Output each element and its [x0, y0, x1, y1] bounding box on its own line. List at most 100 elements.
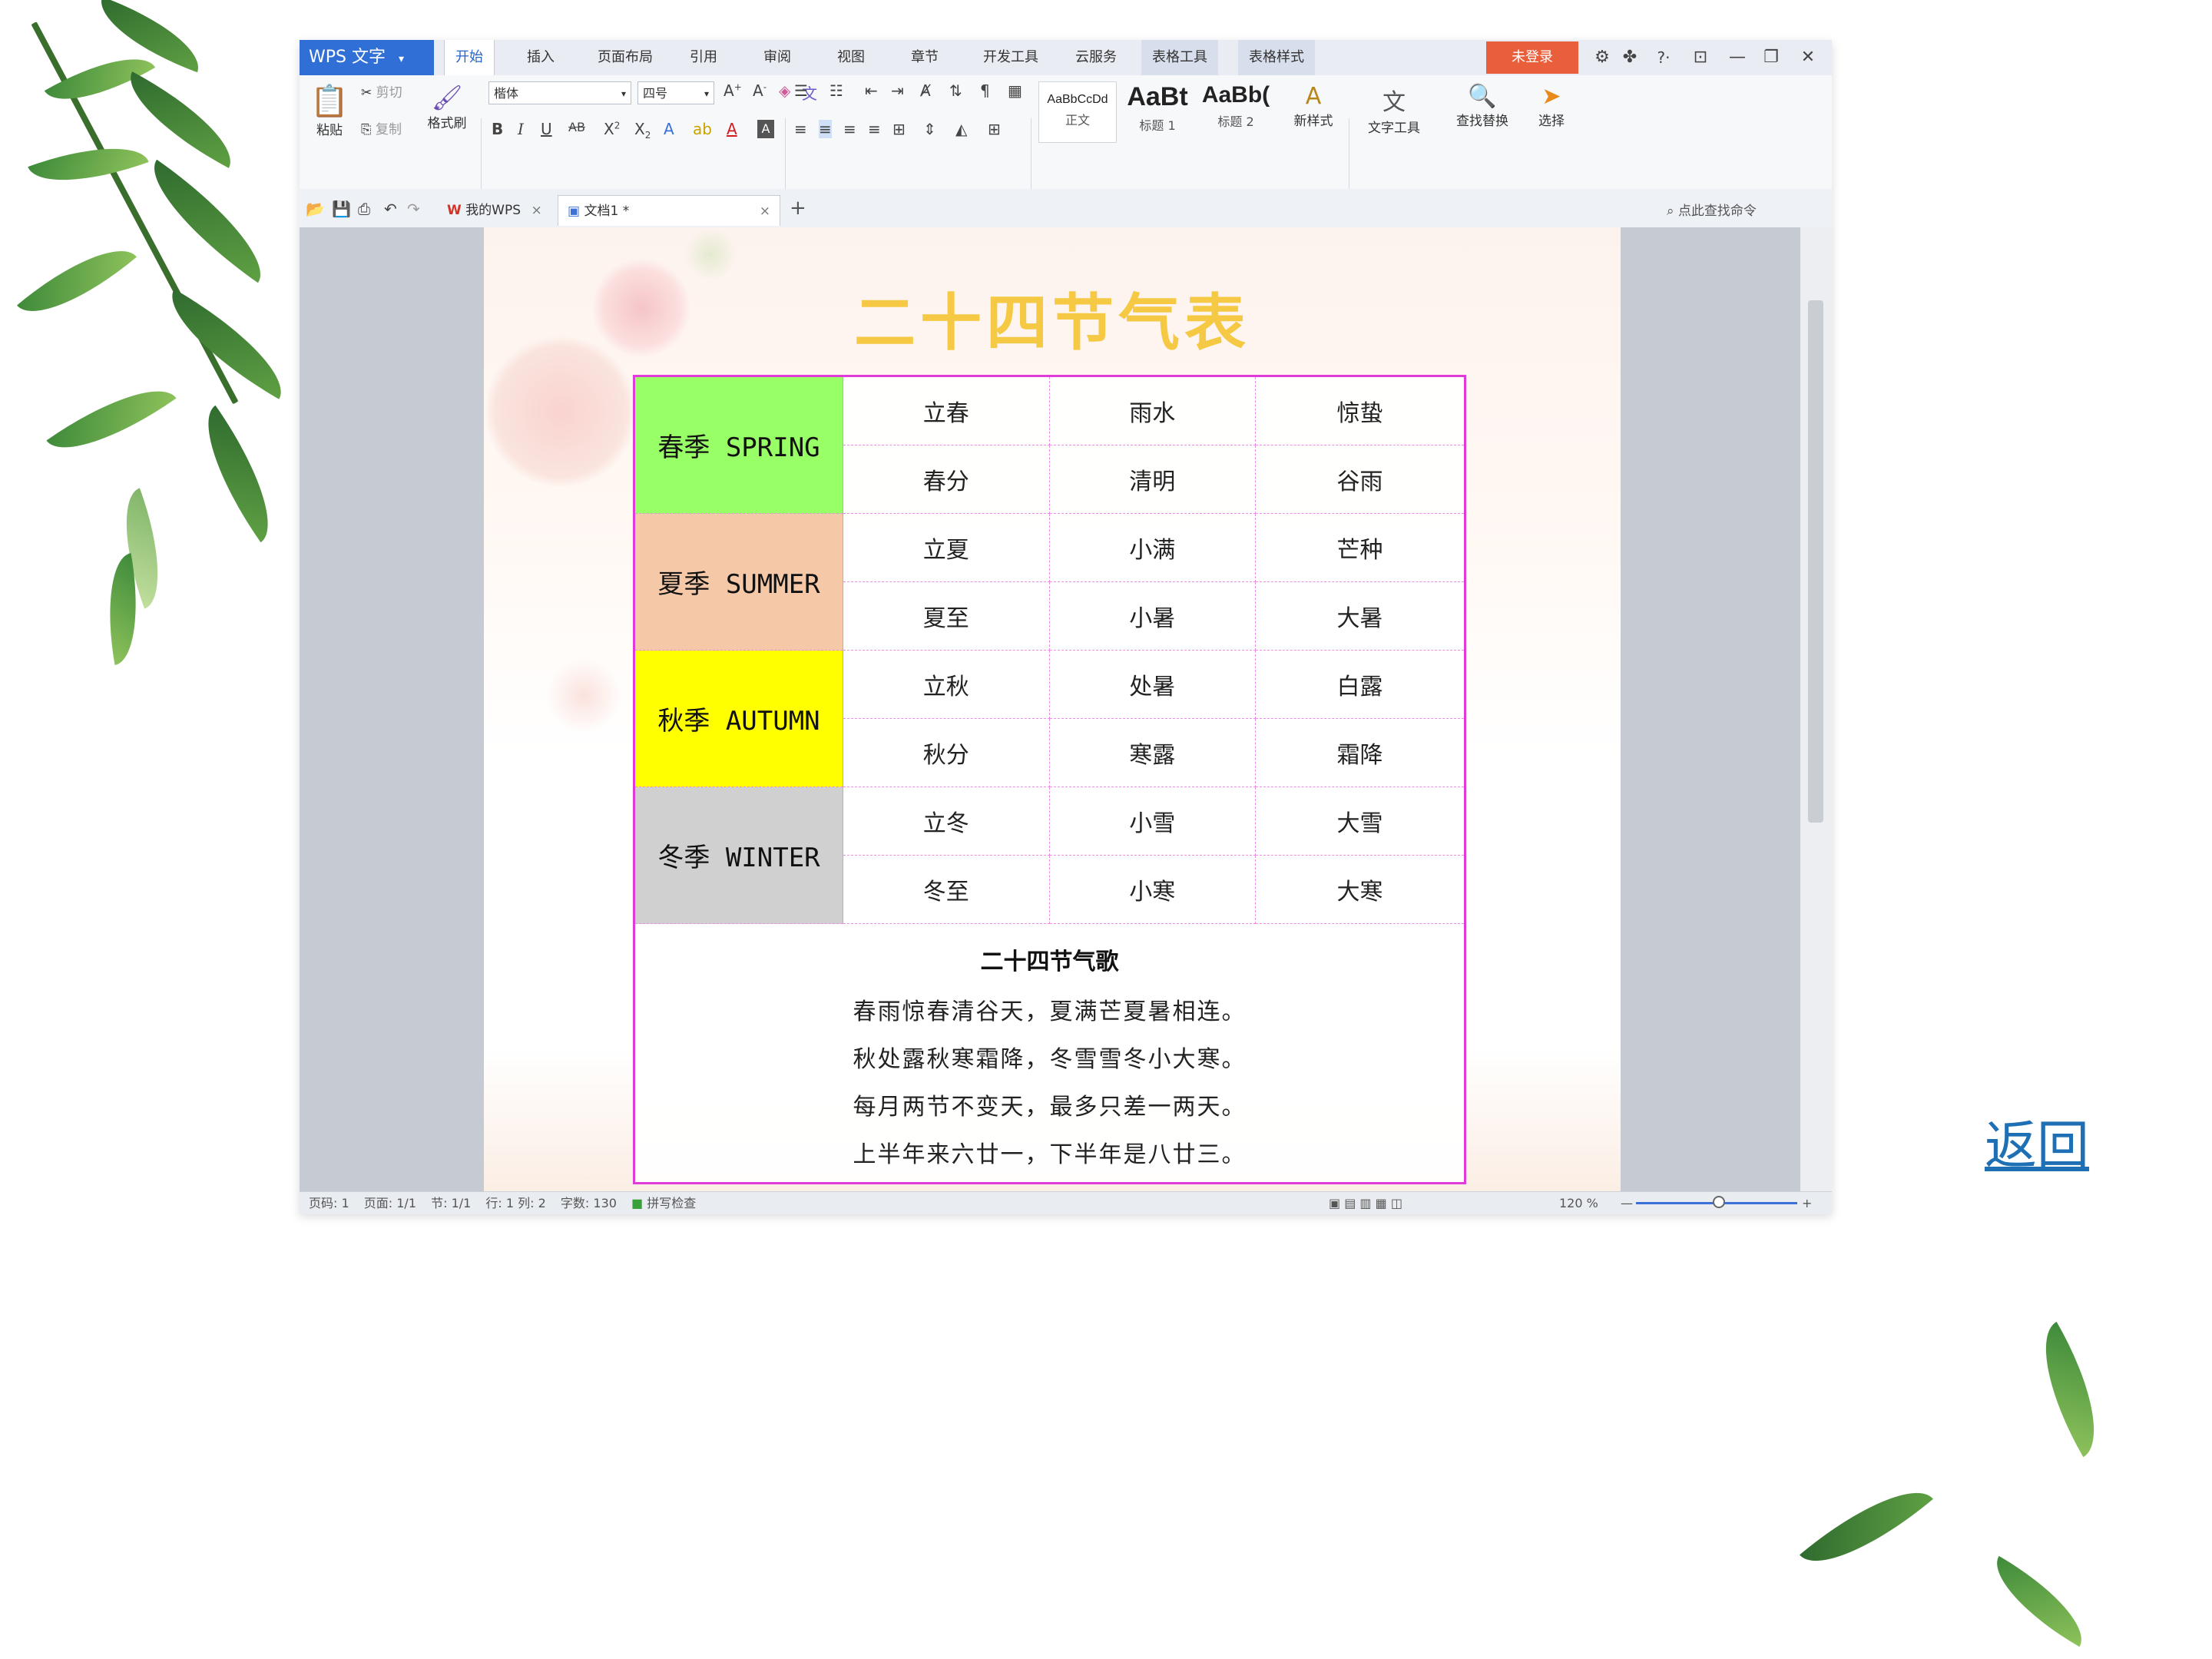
status-word-count[interactable]: 字数: 130 — [561, 1196, 617, 1210]
solar-term-cell[interactable]: 处暑 — [1048, 650, 1257, 719]
season-cell[interactable]: 夏季 SUMMER — [634, 513, 843, 651]
border-icon[interactable]: ⊞ — [988, 120, 1001, 138]
tab-references[interactable]: 引用 — [679, 40, 728, 75]
justify-icon[interactable]: ≡ — [868, 120, 881, 138]
solar-term-cell[interactable]: 秋分 — [843, 718, 1050, 787]
solar-term-cell[interactable]: 惊蛰 — [1255, 376, 1465, 445]
tab-my-wps[interactable]: W 我的WPS × — [438, 195, 553, 226]
align-right-icon[interactable]: ≡ — [843, 120, 856, 138]
style-heading-2[interactable]: AaBb( 标题 2 — [1197, 81, 1275, 143]
tab-insert[interactable]: 插入 — [516, 40, 565, 75]
find-replace-button[interactable]: 🔍 查找替换 — [1444, 83, 1521, 129]
save-icon[interactable]: 💾 — [332, 200, 351, 218]
highlight-icon[interactable]: ab — [693, 120, 712, 138]
close-icon[interactable]: × — [531, 203, 541, 218]
font-name-select[interactable]: 楷体 ▾ — [488, 81, 631, 104]
bold-icon[interactable]: B — [492, 120, 503, 138]
undo-icon[interactable]: ↶ — [384, 200, 397, 218]
settings-icon[interactable]: ⚙ — [1590, 40, 1614, 75]
spell-check-toggle[interactable]: ■ 拼写检查 — [631, 1196, 696, 1210]
redo-icon[interactable]: ↷ — [407, 200, 420, 218]
indent-icon[interactable]: ⇥ — [891, 81, 904, 100]
char-shading-icon[interactable]: A — [757, 120, 774, 138]
tab-chapter[interactable]: 章节 — [900, 40, 949, 75]
document-page[interactable]: 二十四节气表 春季 SPRING 立春 雨水 惊蛰 春分 清明 谷雨 夏季 SUMMER 立夏小… — [484, 227, 1621, 1191]
solar-term-cell[interactable]: 立夏 — [843, 513, 1050, 582]
zoom-value[interactable]: 120 % — [1559, 1192, 1598, 1214]
clear-format-icon[interactable]: ◈ — [779, 81, 790, 100]
strikethrough-icon[interactable]: AB — [568, 120, 585, 134]
font-size-select[interactable]: 四号 ▾ — [637, 81, 714, 104]
fullscreen-icon[interactable]: ⊡ — [1688, 40, 1713, 75]
format-painter-button[interactable]: 🖌 格式刷 — [422, 83, 472, 131]
new-tab-icon[interactable]: + — [790, 197, 806, 220]
login-button[interactable]: 未登录 — [1486, 41, 1578, 74]
solar-term-cell[interactable]: 清明 — [1048, 445, 1257, 514]
text-tools-button[interactable]: 文 文字工具 — [1359, 83, 1429, 136]
select-button[interactable]: ➤ 选择 — [1528, 83, 1575, 129]
view-mode-icons[interactable]: ▣ ▤ ▥ ▦ ◫ — [1329, 1192, 1402, 1214]
minimize-icon[interactable]: — — [1725, 40, 1750, 75]
style-normal[interactable]: AaBbCcDd 正文 — [1038, 81, 1117, 143]
italic-icon[interactable]: I — [518, 120, 524, 138]
season-cell[interactable]: 春季 SPRING — [634, 376, 843, 514]
tab-document1[interactable]: ▣ 文档1 * × — [558, 195, 780, 226]
return-link[interactable]: 返回 — [1985, 1103, 2089, 1179]
tab-table-tools[interactable]: 表格工具 — [1141, 40, 1218, 75]
new-style-button[interactable]: A 新样式 — [1286, 83, 1341, 129]
season-cell[interactable]: 冬季 WINTER — [634, 786, 843, 924]
poem-cell[interactable]: 二十四节气歌 春雨惊春清谷天，夏满芒夏暑相连。 秋处露秋寒霜降，冬雪雪冬小大寒。… — [634, 923, 1465, 1184]
solar-term-cell[interactable]: 立春 — [843, 376, 1050, 445]
paste-button[interactable]: 📋 粘贴 — [310, 83, 349, 138]
solar-term-cell[interactable]: 小寒 — [1048, 855, 1257, 924]
solar-term-cell[interactable]: 冬至 — [843, 855, 1050, 924]
number-list-icon[interactable]: ☷ — [830, 81, 843, 100]
shading-icon[interactable]: ◭ — [955, 120, 967, 138]
solar-term-cell[interactable]: 立冬 — [843, 786, 1050, 856]
sort-icon[interactable]: ⇅ — [949, 81, 962, 100]
close-icon[interactable]: ✕ — [1796, 40, 1820, 75]
subscript-icon[interactable]: X2 — [634, 120, 651, 141]
tab-cloud[interactable]: 云服务 — [1065, 40, 1128, 75]
text-direction-icon[interactable]: Ⱥ — [920, 81, 931, 100]
tab-view[interactable]: 视图 — [826, 40, 876, 75]
open-folder-icon[interactable]: 📂 — [306, 200, 325, 218]
solar-term-cell[interactable]: 谷雨 — [1255, 445, 1465, 514]
skin-icon[interactable]: ✤ — [1618, 40, 1642, 75]
solar-term-cell[interactable]: 小暑 — [1048, 581, 1257, 651]
line-spacing-icon[interactable]: ⇕ — [923, 120, 936, 138]
text-effect-icon[interactable]: A — [664, 120, 674, 138]
tab-table-style[interactable]: 表格样式 — [1238, 40, 1315, 75]
solar-term-cell[interactable]: 春分 — [843, 445, 1050, 514]
solar-term-cell[interactable]: 寒露 — [1048, 718, 1257, 787]
bullet-list-icon[interactable]: ☰ — [794, 81, 808, 100]
solar-term-cell[interactable]: 雨水 — [1048, 376, 1257, 445]
zoom-slider-thumb[interactable] — [1713, 1196, 1725, 1208]
help-button[interactable]: ?· — [1648, 40, 1679, 75]
show-marks-icon[interactable]: ¶ — [980, 81, 990, 100]
style-heading-1[interactable]: AaBt 标题 1 — [1118, 81, 1197, 143]
outdent-icon[interactable]: ⇤ — [865, 81, 878, 100]
distribute-icon[interactable]: ⊞ — [892, 120, 906, 138]
scroll-thumb[interactable] — [1808, 300, 1823, 823]
wps-app-menu[interactable]: WPS 文字 ▾ — [300, 40, 434, 75]
solar-term-cell[interactable]: 芒种 — [1255, 513, 1465, 582]
tab-review[interactable]: 审阅 — [753, 40, 802, 75]
solar-term-cell[interactable]: 大暑 — [1255, 581, 1465, 651]
shrink-font-icon[interactable]: A- — [753, 81, 767, 100]
grow-font-icon[interactable]: A+ — [724, 81, 742, 100]
print-icon[interactable]: ⎙ — [358, 200, 370, 218]
solar-term-cell[interactable]: 白露 — [1255, 650, 1465, 719]
solar-term-cell[interactable]: 小雪 — [1048, 786, 1257, 856]
zoom-in-icon[interactable]: + — [1802, 1192, 1812, 1214]
font-color-icon[interactable]: A — [727, 120, 737, 138]
copy-button[interactable]: ⎘ 复制 — [361, 118, 402, 137]
cut-button[interactable]: ✂ 剪切 — [361, 81, 402, 101]
vertical-scrollbar[interactable] — [1800, 227, 1832, 1191]
underline-icon[interactable]: U — [541, 120, 552, 138]
tab-start[interactable]: 开始 — [444, 40, 495, 75]
tab-developer[interactable]: 开发工具 — [972, 40, 1049, 75]
restore-icon[interactable]: ❐ — [1759, 40, 1783, 75]
solar-term-cell[interactable]: 霜降 — [1255, 718, 1465, 787]
solar-term-cell[interactable]: 小满 — [1048, 513, 1257, 582]
